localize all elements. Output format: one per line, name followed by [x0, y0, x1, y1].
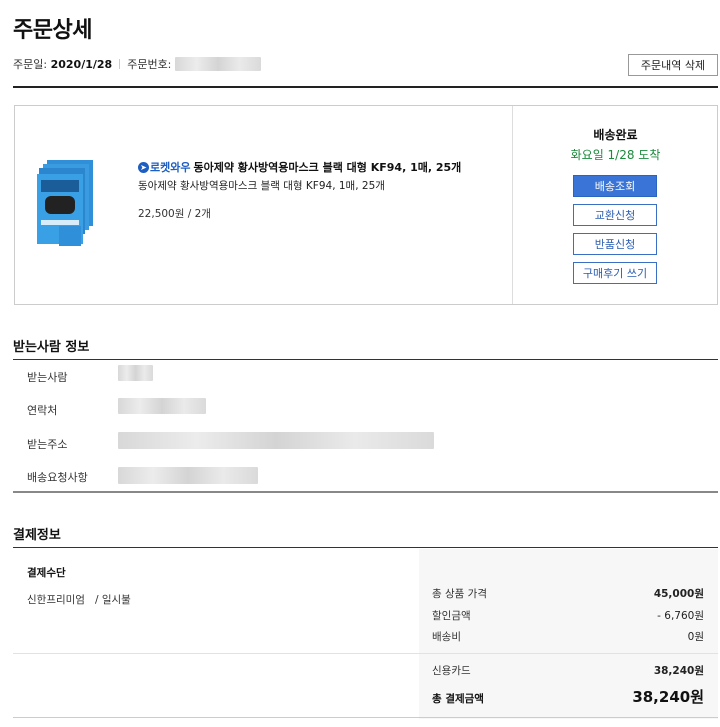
shipping-fee-label: 배송비	[432, 631, 461, 643]
address-redacted	[118, 432, 434, 449]
rocket-icon: ➤	[138, 161, 149, 173]
rocket-wow-badge: ➤ 로켓와우	[138, 159, 190, 175]
payment-inner-divider	[13, 653, 718, 654]
product-title[interactable]: 동아제약 황사방역용마스크 블랙 대형 KF94, 1매, 25개	[193, 159, 461, 175]
page-bottom-divider	[13, 717, 718, 718]
product-thumbnail[interactable]	[37, 160, 95, 248]
exchange-request-button[interactable]: 교환신청	[573, 204, 657, 226]
page-title: 주문상세	[13, 18, 92, 43]
delete-order-button[interactable]: 주문내역 삭제	[628, 54, 718, 76]
order-number-label: 주문번호:	[127, 58, 172, 71]
delivery-request-label: 배송요청사항	[27, 471, 88, 484]
total-product-price-value: 45,000원	[653, 588, 704, 600]
rocket-label: 로켓와우	[150, 161, 191, 174]
payment-divider	[13, 547, 718, 548]
header-divider	[13, 86, 718, 88]
product-info: ➤ 로켓와우 동아제약 황사방역용마스크 블랙 대형 KF94, 1매, 25개…	[138, 159, 461, 221]
contact-redacted	[118, 398, 206, 414]
order-meta: 주문일: 2020/1/28 주문번호:	[13, 56, 261, 72]
delivery-status: 배송완료	[593, 128, 638, 142]
address-label: 받는주소	[27, 438, 68, 451]
order-actions: 배송완료 화요일 1/28 도착 배송조회 교환신청 반품신청 구매후기 쓰기	[512, 106, 718, 304]
discount-label: 할인금액	[432, 610, 471, 622]
return-request-button[interactable]: 반품신청	[573, 233, 657, 255]
credit-card-label: 신용카드	[432, 665, 471, 677]
recipient-name-label: 받는사람	[27, 371, 68, 384]
recipient-section-title: 받는사람 정보	[13, 340, 90, 355]
total-product-price-label: 총 상품 가격	[432, 588, 487, 600]
discount-value: - 6,760원	[657, 610, 704, 622]
recipient-bottom-divider	[13, 491, 718, 493]
contact-label: 연락처	[27, 404, 58, 417]
order-item-card: ➤ 로켓와우 동아제약 황사방역용마스크 블랙 대형 KF94, 1매, 25개…	[14, 105, 718, 305]
recipient-name-redacted	[118, 365, 153, 381]
total-payment-label: 총 결제금액	[432, 693, 484, 705]
order-number-redacted	[174, 57, 261, 71]
product-title-row[interactable]: ➤ 로켓와우 동아제약 황사방역용마스크 블랙 대형 KF94, 1매, 25개	[138, 159, 461, 175]
track-delivery-button[interactable]: 배송조회	[573, 175, 657, 197]
payment-method-label: 결제수단	[27, 567, 66, 579]
order-date-label: 주문일:	[13, 58, 48, 71]
product-price-qty: 22,500원 / 2개	[138, 208, 211, 220]
total-payment-value: 38,240원	[632, 688, 704, 706]
order-date: 2020/1/28	[50, 57, 113, 71]
shipping-fee-value: 0원	[687, 631, 704, 643]
recipient-divider	[13, 359, 718, 360]
payment-section-title: 결제정보	[13, 528, 61, 543]
delivery-request-redacted	[118, 467, 258, 484]
write-review-button[interactable]: 구매후기 쓰기	[573, 262, 657, 284]
credit-card-value: 38,240원	[653, 665, 704, 677]
meta-divider	[119, 59, 121, 69]
product-option: 동아제약 황사방역용마스크 블랙 대형 KF94, 1매, 25개	[138, 180, 385, 192]
payment-method-value: 신한프리미엄 / 일시불	[27, 594, 131, 606]
arrival-date: 화요일 1/28 도착	[570, 148, 661, 162]
